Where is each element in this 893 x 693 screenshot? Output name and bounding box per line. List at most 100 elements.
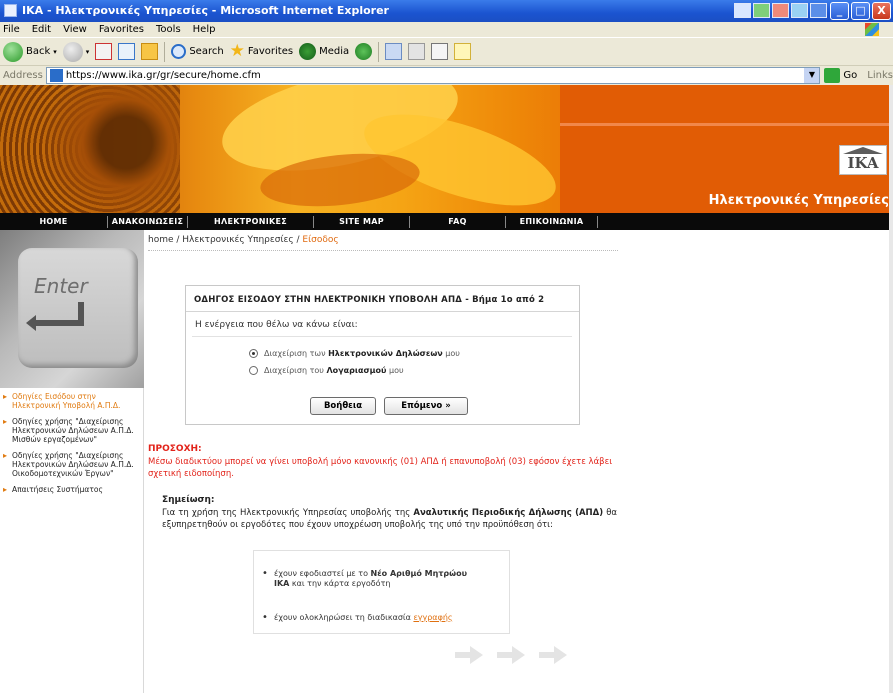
menu-help[interactable]: Help (193, 24, 216, 35)
registration-link[interactable]: εγγραφής (413, 613, 452, 622)
menu-favorites[interactable]: Favorites (99, 24, 144, 35)
address-input[interactable]: https://www.ika.gr/gr/secure/home.cfm ▼ (45, 67, 821, 84)
media-button[interactable]: Media (299, 43, 349, 60)
tray-icon[interactable] (772, 3, 789, 18)
window-titlebar: IKA - Ηλεκτρονικές Υπηρεσίες - Microsoft… (0, 0, 893, 22)
nav-contact[interactable]: ΕΠΙΚΟΙΝΩΝΙΑ (506, 215, 598, 228)
divider (148, 250, 618, 251)
browser-toolbar: Back ▾ ▾ Search ★ Favorites Media (0, 37, 893, 65)
refresh-icon[interactable] (118, 43, 136, 60)
stop-icon[interactable] (95, 43, 113, 60)
nav-home[interactable]: HOME (0, 215, 108, 228)
note-text-part: Για τη χρήση της Ηλεκτρονικής Υπηρεσίας … (162, 508, 414, 518)
logo-text: IKA (847, 154, 879, 172)
nav-electronic-services[interactable]: ΗΛΕΚΤΡΟΝΙΚΕΣ ΥΠΗΡΕΣΙΕΣ (188, 215, 314, 238)
tray-icon[interactable] (791, 3, 808, 18)
sidenav-item-entry-instructions[interactable]: Οδηγίες Εισόδου στην Ηλεκτρονική Υποβολή… (3, 392, 141, 410)
requirement-item: έχουν εφοδιαστεί με το Νέο Αριθμό Μητρώο… (262, 569, 474, 589)
maximize-button[interactable]: □ (851, 2, 870, 20)
page-icon (49, 69, 63, 82)
next-button[interactable]: Επόμενο » (384, 397, 468, 415)
warning-title: ΠΡΟΣΟΧΗ: (148, 444, 202, 454)
tray-icon[interactable] (734, 3, 751, 18)
requirement-text: και την κάρτα εργοδότη (289, 579, 391, 588)
arrow-right-icon (497, 643, 527, 667)
vertical-scrollbar[interactable] (889, 85, 893, 693)
links-button[interactable]: Links (867, 70, 893, 81)
option-text: Διαχείριση των (264, 349, 329, 358)
enter-key-label: Enter (34, 274, 88, 298)
favorites-button[interactable]: ★ Favorites (230, 43, 293, 60)
tray-icon[interactable] (810, 3, 827, 18)
mail-icon[interactable] (385, 43, 403, 60)
sunflower-image (0, 85, 180, 213)
step-arrows (455, 643, 569, 667)
ie-icon (4, 4, 17, 17)
toolbar-separator (378, 41, 380, 62)
nav-faq[interactable]: FAQ (410, 215, 506, 228)
edit-icon[interactable] (431, 43, 449, 60)
option-account[interactable]: Διαχείριση του Λογαριασμού μου (249, 366, 404, 375)
minimize-button[interactable]: _ (830, 2, 849, 20)
option-text: Διαχείριση του (264, 366, 327, 375)
menu-file[interactable]: File (3, 24, 20, 35)
note-title: Σημείωση: (162, 495, 215, 505)
option-declarations-label: Διαχείριση των Ηλεκτρονικών Δηλώσεων μου (264, 349, 460, 358)
back-button[interactable]: Back ▾ (3, 41, 57, 62)
breadcrumb: home / Ηλεκτρονικές Υπηρεσίες / Είσοδος (148, 235, 339, 245)
sidenav-item-wage-instructions[interactable]: Οδηγίες χρήσης "Διαχείρισης Ηλεκτρονικών… (3, 417, 141, 444)
menu-bar: File Edit View Favorites Tools Help (0, 22, 893, 37)
radio-account[interactable] (249, 366, 258, 375)
breadcrumb-path[interactable]: home / Ηλεκτρονικές Υπηρεσίες / (148, 235, 302, 245)
divider (186, 311, 579, 312)
menu-tools[interactable]: Tools (156, 24, 181, 35)
site-banner: IKA Ηλεκτρονικές Υπηρεσίες (0, 85, 893, 213)
option-text: μου (442, 349, 460, 358)
radio-declarations[interactable] (249, 349, 258, 358)
history-icon[interactable] (355, 43, 373, 60)
option-text: μου (386, 366, 404, 375)
warning-text: Μέσω διαδικτύου μπορεί να γίνει υποβολή … (148, 457, 613, 479)
search-button[interactable]: Search (171, 44, 224, 59)
requirement-text: έχουν ολοκληρώσει τη διαδικασία (274, 613, 414, 622)
arrow-right-icon (455, 643, 485, 667)
windows-logo-icon (865, 23, 879, 36)
divider (192, 336, 572, 337)
enter-key-image: Enter (0, 230, 144, 388)
home-icon[interactable] (141, 43, 159, 60)
menu-view[interactable]: View (63, 24, 87, 35)
discuss-icon[interactable] (454, 43, 472, 60)
banner-stripe (560, 123, 893, 126)
help-button[interactable]: Βοήθεια (310, 397, 376, 415)
main-nav: HOME ΑΝΑΚΟΙΝΩΣΕΙΣ ΗΛΕΚΤΡΟΝΙΚΕΣ ΥΠΗΡΕΣΙΕΣ… (0, 213, 893, 238)
arrow-right-icon (539, 643, 569, 667)
toolbar-separator (164, 41, 166, 62)
go-arrow-icon (824, 68, 841, 83)
tray-icon[interactable] (753, 3, 770, 18)
sidenav-item-construction-instructions[interactable]: Οδηγίες χρήσης "Διαχείρισης Ηλεκτρονικών… (3, 451, 141, 478)
sidenav-item-system-requirements[interactable]: Απαιτήσεις Συστήματος (3, 485, 141, 494)
chevron-down-icon[interactable]: ▼ (804, 68, 820, 83)
wizard-title: ΟΔΗΓΟΣ ΕΙΣΟΔΟΥ ΣΤΗΝ ΗΛΕΚΤΡΟΝΙΚΗ ΥΠΟΒΟΛΗ … (194, 295, 545, 305)
note-text: Για τη χρήση της Ηλεκτρονικής Υπηρεσίας … (162, 507, 617, 531)
option-account-label: Διαχείριση του Λογαριασμού μου (264, 366, 404, 375)
banner-caption: Ηλεκτρονικές Υπηρεσίες (708, 193, 889, 208)
ika-logo[interactable]: IKA (839, 145, 887, 175)
media-label: Media (319, 46, 350, 57)
search-label: Search (189, 46, 224, 57)
address-url: https://www.ika.gr/gr/secure/home.cfm (65, 70, 261, 81)
menu-edit[interactable]: Edit (32, 24, 51, 35)
go-label: Go (843, 70, 858, 81)
go-button[interactable]: Go (824, 68, 857, 83)
print-icon[interactable] (408, 43, 426, 60)
address-bar: Address https://www.ika.gr/gr/secure/hom… (0, 65, 893, 85)
logo-roof-icon (843, 147, 883, 154)
nav-sitemap[interactable]: SITE MAP (314, 215, 410, 228)
close-button[interactable]: X (872, 2, 891, 20)
nav-announcements[interactable]: ΑΝΑΚΟΙΝΩΣΕΙΣ (108, 215, 188, 228)
requirement-text: έχουν εφοδιαστεί με το (274, 569, 371, 578)
note-bold-text: Αναλυτικής Περιοδικής Δήλωσης (ΑΠΔ) (413, 508, 604, 518)
media-icon (299, 43, 317, 60)
option-declarations[interactable]: Διαχείριση των Ηλεκτρονικών Δηλώσεων μου (249, 349, 460, 358)
forward-button[interactable]: ▾ (62, 41, 89, 62)
